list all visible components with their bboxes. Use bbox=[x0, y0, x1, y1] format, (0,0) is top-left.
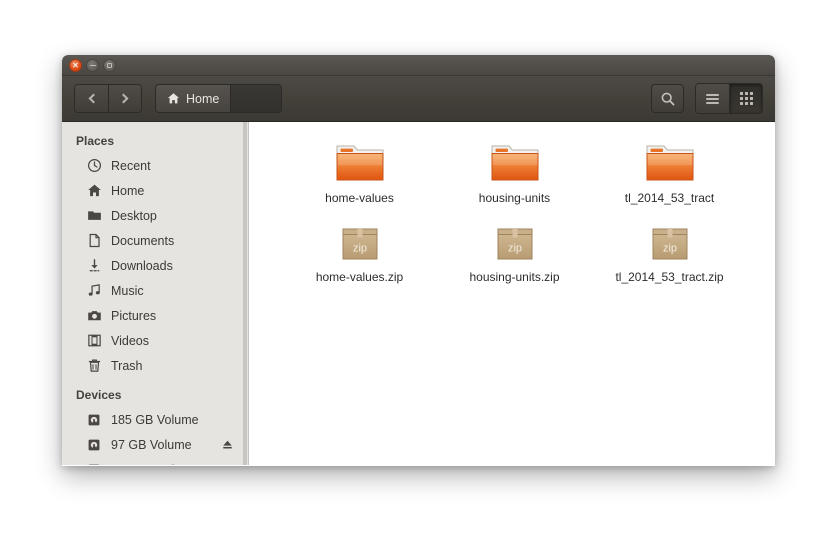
sidebar-item-label: 97 GB Volume bbox=[111, 437, 192, 452]
sidebar-scrollbar[interactable] bbox=[243, 122, 247, 465]
sidebar-item-volume-97gb[interactable]: 97 GB Volume bbox=[62, 432, 248, 457]
window-controls: ✕ bbox=[69, 59, 116, 72]
window-body: Places Recent Home Desktop Documents Dow… bbox=[62, 122, 775, 465]
camera-icon bbox=[86, 308, 102, 324]
trash-icon bbox=[86, 358, 102, 374]
sidebar-item-label: Downloads bbox=[111, 258, 173, 273]
close-button[interactable]: ✕ bbox=[69, 59, 82, 72]
document-icon bbox=[86, 233, 102, 249]
sidebar-item-recent[interactable]: Recent bbox=[62, 153, 248, 178]
navigation-buttons bbox=[74, 84, 142, 113]
folder-icon bbox=[334, 140, 386, 186]
breadcrumb-item-home[interactable]: Home bbox=[156, 85, 232, 112]
sidebar-item-volume-185gb[interactable]: 185 GB Volume bbox=[62, 407, 248, 432]
sidebar-item-label: Documents bbox=[111, 233, 175, 248]
clock-icon bbox=[86, 158, 102, 174]
title-bar: ✕ bbox=[62, 55, 775, 76]
archive-badge-text: zip bbox=[352, 243, 366, 255]
file-item-archive[interactable]: zip home-values.zip bbox=[282, 213, 437, 284]
sidebar-item-label: Desktop bbox=[111, 208, 157, 223]
drive-icon bbox=[86, 412, 102, 428]
file-name-label: housing-units bbox=[478, 191, 551, 205]
sidebar-item-music[interactable]: Music bbox=[62, 278, 248, 303]
film-icon bbox=[86, 333, 102, 349]
file-name-label: tl_2014_53_tract.zip bbox=[615, 270, 724, 284]
sidebar-item-volume-395gb[interactable]: 395 GB Volume bbox=[62, 457, 248, 465]
maximize-button[interactable] bbox=[103, 59, 116, 72]
sidebar-heading-places: Places bbox=[76, 134, 115, 148]
file-item-archive[interactable]: zip tl_2014_53_tract.zip bbox=[592, 213, 747, 284]
file-item-folder[interactable]: tl_2014_53_tract bbox=[592, 134, 747, 205]
drive-icon bbox=[86, 437, 102, 453]
sidebar-item-desktop[interactable]: Desktop bbox=[62, 203, 248, 228]
view-mode-group bbox=[695, 83, 763, 114]
download-icon bbox=[86, 258, 102, 274]
close-icon: ✕ bbox=[72, 60, 79, 70]
forward-button[interactable] bbox=[108, 85, 141, 112]
sidebar-item-home[interactable]: Home bbox=[62, 178, 248, 203]
eject-icon bbox=[223, 440, 232, 449]
sidebar-item-downloads[interactable]: Downloads bbox=[62, 253, 248, 278]
sidebar: Places Recent Home Desktop Documents Dow… bbox=[62, 122, 249, 465]
file-name-label: home-values bbox=[325, 191, 394, 205]
maximize-icon bbox=[107, 63, 112, 68]
file-item-archive[interactable]: zip housing-units.zip bbox=[437, 213, 592, 284]
file-list-area[interactable]: home-values housing-units tl_2014_53_tra… bbox=[249, 122, 775, 465]
minimize-icon bbox=[89, 65, 96, 66]
search-button[interactable] bbox=[651, 84, 684, 113]
toolbar-actions bbox=[651, 83, 763, 114]
grid-view-button[interactable] bbox=[729, 84, 762, 113]
sidebar-item-label: 395 GB Volume bbox=[111, 463, 199, 466]
file-name-label: housing-units.zip bbox=[469, 270, 560, 284]
file-item-folder[interactable]: home-values bbox=[282, 134, 437, 205]
sidebar-item-label: Trash bbox=[111, 358, 143, 373]
home-icon bbox=[167, 93, 180, 104]
music-note-icon bbox=[86, 283, 102, 299]
file-item-folder[interactable]: housing-units bbox=[437, 134, 592, 205]
archive-badge-text: zip bbox=[662, 243, 676, 255]
sidebar-item-label: 185 GB Volume bbox=[111, 412, 199, 427]
sidebar-item-trash[interactable]: Trash bbox=[62, 353, 248, 378]
toolbar: Home bbox=[62, 76, 775, 122]
file-name-label: tl_2014_53_tract bbox=[624, 191, 715, 205]
breadcrumb-label: Home bbox=[186, 91, 220, 106]
breadcrumb: Home bbox=[155, 84, 282, 113]
grid-view-icon bbox=[739, 92, 753, 105]
sidebar-item-documents[interactable]: Documents bbox=[62, 228, 248, 253]
eject-button[interactable] bbox=[221, 438, 234, 451]
folder-icon bbox=[86, 208, 102, 224]
archive-icon: zip bbox=[489, 219, 541, 265]
chevron-right-icon bbox=[118, 93, 129, 104]
sidebar-item-label: Music bbox=[111, 283, 144, 298]
sidebar-item-label: Recent bbox=[111, 158, 151, 173]
home-icon bbox=[86, 183, 102, 199]
sidebar-item-videos[interactable]: Videos bbox=[62, 328, 248, 353]
back-button[interactable] bbox=[75, 85, 108, 112]
archive-icon: zip bbox=[334, 219, 386, 265]
sidebar-item-pictures[interactable]: Pictures bbox=[62, 303, 248, 328]
sidebar-item-label: Videos bbox=[111, 333, 149, 348]
archive-badge-text: zip bbox=[507, 243, 521, 255]
sidebar-item-label: Pictures bbox=[111, 308, 157, 323]
breadcrumb-empty-area[interactable] bbox=[231, 85, 281, 112]
file-manager-window: ✕ Home Places Recent Home Desktop Docume… bbox=[62, 55, 775, 466]
chevron-left-icon bbox=[88, 93, 98, 104]
icon-grid: home-values housing-units tl_2014_53_tra… bbox=[249, 134, 775, 284]
file-name-label: home-values.zip bbox=[315, 270, 404, 284]
list-view-icon bbox=[706, 92, 719, 106]
sidebar-heading-devices: Devices bbox=[76, 388, 122, 402]
folder-icon bbox=[489, 140, 541, 186]
folder-icon bbox=[644, 140, 696, 186]
sidebar-item-label: Home bbox=[111, 183, 145, 198]
minimize-button[interactable] bbox=[86, 59, 99, 72]
drive-icon bbox=[86, 462, 102, 465]
search-icon bbox=[661, 92, 675, 106]
list-view-button[interactable] bbox=[696, 84, 729, 113]
archive-icon: zip bbox=[644, 219, 696, 265]
